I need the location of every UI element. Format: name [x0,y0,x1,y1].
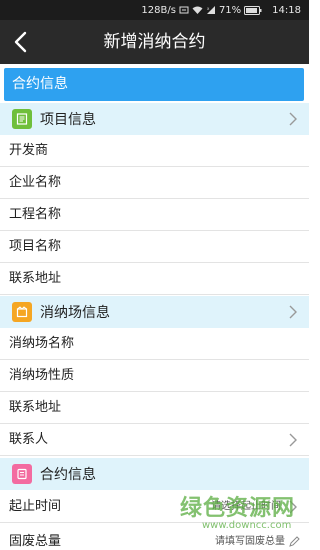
group-disposal-site-info[interactable]: 消纳场信息 [0,296,309,328]
document-icon [12,109,32,129]
chevron-right-icon [289,500,297,513]
field-engineering-name[interactable]: 工程名称 [0,199,309,231]
field-label: 工程名称 [9,207,62,222]
field-label: 固废总量 [9,534,62,549]
signal-icon: x [206,5,216,15]
group-label: 项目信息 [40,112,96,128]
svg-text:x: x [207,6,210,11]
field-label: 联系地址 [9,271,62,286]
field-label: 消纳场名称 [9,336,75,351]
period-placeholder: 请选择起止时间 [211,501,281,512]
field-project-address[interactable]: 联系地址 [0,263,309,295]
battery-icon [244,5,262,15]
page-title: 新增消纳合约 [103,32,206,52]
group-contract-info[interactable]: 合约信息 [0,458,309,490]
field-label: 消纳场性质 [9,368,75,383]
section-title: 合约信息 [4,68,304,101]
field-developer[interactable]: 开发商 [0,135,309,167]
chevron-right-icon [289,112,297,126]
field-waste-total[interactable]: 固废总量 请填写固废总量 [0,526,309,550]
contract-icon [12,464,32,484]
group-label: 消纳场信息 [40,305,110,321]
field-label: 联系人 [9,432,49,447]
field-label: 开发商 [9,143,49,158]
group-label: 合约信息 [40,467,96,483]
waste-total-placeholder: 请填写固废总量 [215,536,285,547]
wifi-icon [192,5,203,15]
field-label: 项目名称 [9,239,62,254]
field-project-name[interactable]: 项目名称 [0,231,309,263]
field-label: 企业名称 [9,175,62,190]
clock: 14:18 [272,4,301,16]
chevron-right-icon [289,305,297,319]
battery-percent: 71% [218,4,242,16]
field-contact-person[interactable]: 联系人 [0,424,309,456]
bluetooth-icon [179,5,189,15]
field-site-address[interactable]: 联系地址 [0,392,309,424]
network-speed: 128B/s [141,4,176,16]
field-company-name[interactable]: 企业名称 [0,167,309,199]
field-label: 联系地址 [9,400,62,415]
field-site-nature[interactable]: 消纳场性质 [0,360,309,392]
site-icon [12,302,32,322]
field-label: 起止时间 [9,499,62,514]
group-project-info[interactable]: 项目信息 [0,103,309,135]
chevron-right-icon [289,433,297,446]
field-site-name[interactable]: 消纳场名称 [0,328,309,360]
field-start-end-time[interactable]: 起止时间 请选择起止时间 [0,491,309,523]
app-bar: 新增消纳合约 [0,20,309,64]
pencil-icon [289,536,300,547]
status-bar: 128B/s x 71% 14:18 [0,0,309,20]
